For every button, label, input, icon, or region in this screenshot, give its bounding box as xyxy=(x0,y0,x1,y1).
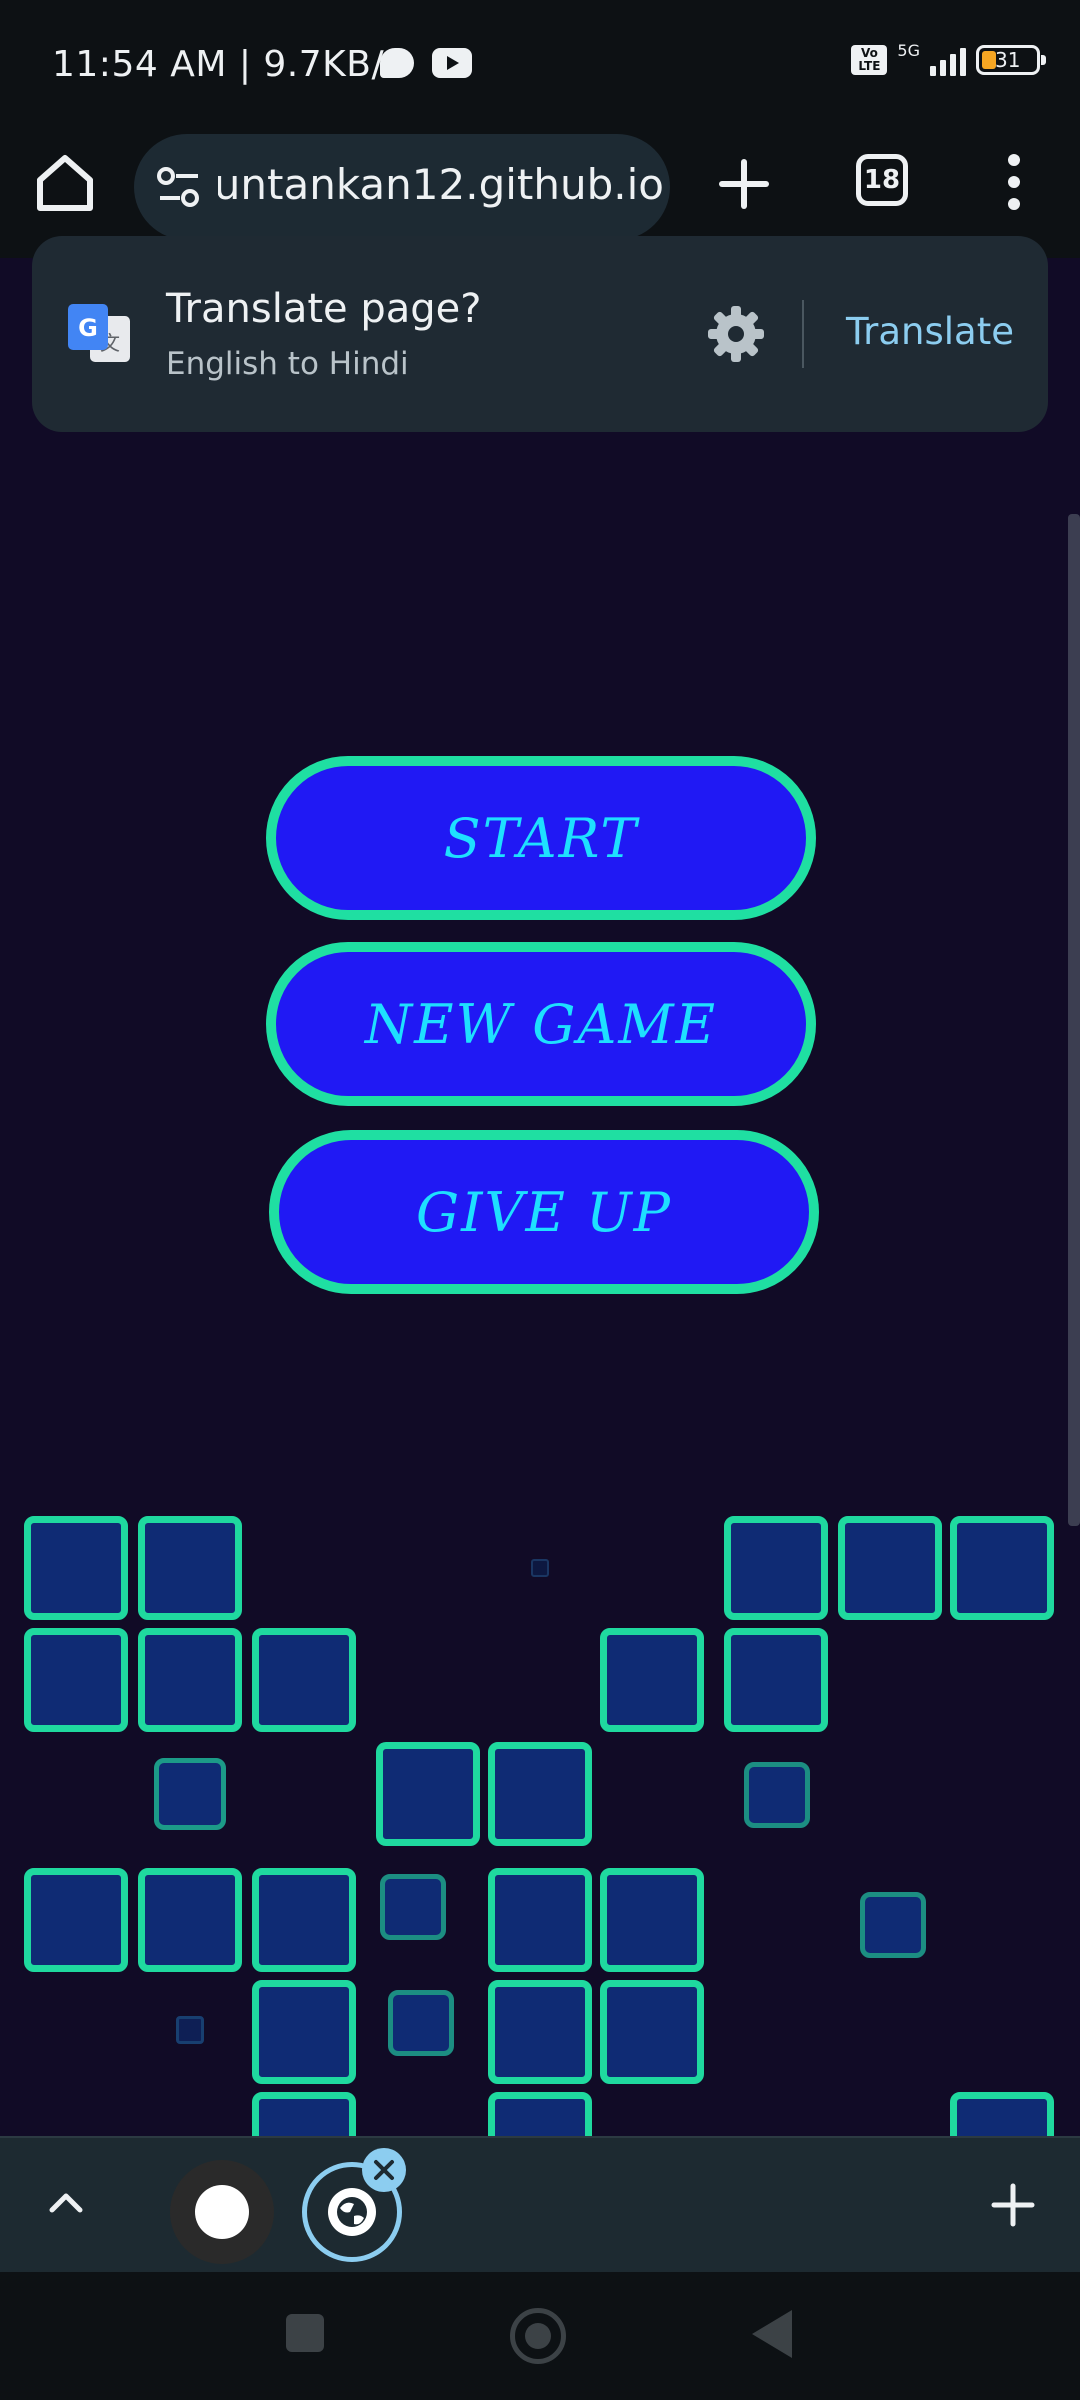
status-bar: 11:54 AM | 9.7KB/s Vo LTE 5G 31 xyxy=(0,0,1080,130)
tile xyxy=(724,1516,828,1620)
recents-button[interactable] xyxy=(286,2314,324,2352)
home-button[interactable] xyxy=(510,2308,566,2364)
page-scrollbar[interactable] xyxy=(1068,514,1080,1526)
tab-strip xyxy=(0,2136,1080,2272)
tile xyxy=(488,1980,592,2084)
close-tab-button[interactable] xyxy=(362,2148,406,2192)
tile xyxy=(600,1628,704,1732)
tile xyxy=(860,1892,926,1958)
tile xyxy=(600,1868,704,1972)
more-vert-icon[interactable] xyxy=(996,150,1032,214)
back-button[interactable] xyxy=(752,2310,792,2358)
url-text[interactable]: arjuntankan12.github.io xyxy=(218,160,664,209)
google-translate-icon: 文 G xyxy=(68,304,130,362)
screen: 11:54 AM | 9.7KB/s Vo LTE 5G 31 untankan… xyxy=(0,0,1080,2400)
tile xyxy=(154,1758,226,1830)
tile xyxy=(950,1516,1054,1620)
tile xyxy=(138,1628,242,1732)
gear-icon[interactable] xyxy=(704,302,768,366)
tile xyxy=(176,2016,204,2044)
tile xyxy=(252,1980,356,2084)
give-up-button[interactable]: GIVE UP xyxy=(269,1130,819,1294)
tile xyxy=(252,1628,356,1732)
network-type: 5G xyxy=(897,40,920,60)
system-icons: Vo LTE 5G 31 xyxy=(851,40,1046,76)
tile xyxy=(376,1742,480,1846)
battery-icon: 31 xyxy=(976,45,1046,75)
tile xyxy=(24,1628,128,1732)
tile xyxy=(24,1516,128,1620)
divider xyxy=(802,300,804,368)
tile xyxy=(724,1628,828,1732)
tile xyxy=(138,1868,242,1972)
tile xyxy=(600,1980,704,2084)
tile xyxy=(24,1868,128,1972)
chevron-up-icon[interactable] xyxy=(44,2180,88,2224)
new-tab-button[interactable] xyxy=(714,154,774,214)
tab-thumbnail[interactable] xyxy=(170,2160,274,2264)
globe-icon xyxy=(328,2188,376,2236)
tile xyxy=(380,1874,446,1940)
chat-bubble-icon xyxy=(380,48,414,78)
new-tab-plus-icon[interactable] xyxy=(990,2182,1036,2228)
tile xyxy=(744,1762,810,1828)
translate-bar: 文 G Translate page? English to Hindi Tra… xyxy=(32,236,1048,432)
tune-icon[interactable] xyxy=(156,166,202,210)
start-button[interactable]: START xyxy=(266,756,816,920)
tile xyxy=(388,1990,454,2056)
address-bar[interactable]: arjuntankan12.github.io xyxy=(134,134,670,240)
volte-icon: Vo LTE xyxy=(851,45,888,75)
svg-text:G: G xyxy=(78,314,98,342)
status-time: 11:54 AM | 9.7KB/s xyxy=(52,44,404,85)
home-icon[interactable] xyxy=(32,150,98,216)
translate-title: Translate page? xyxy=(166,286,482,332)
close-icon xyxy=(374,2160,394,2180)
new-game-button[interactable]: NEW GAME xyxy=(266,942,816,1106)
tab-favicon xyxy=(195,2185,249,2239)
tile xyxy=(838,1516,942,1620)
tile xyxy=(531,1559,549,1577)
system-nav-bar xyxy=(0,2272,1080,2400)
tile xyxy=(488,1868,592,1972)
youtube-icon xyxy=(432,48,472,78)
translate-button[interactable]: Translate xyxy=(846,310,1014,353)
translate-subtitle: English to Hindi xyxy=(166,346,409,382)
signal-icon xyxy=(930,44,966,76)
battery-level: 31 xyxy=(995,48,1021,72)
tile xyxy=(138,1516,242,1620)
notification-icons xyxy=(380,48,472,78)
tab-switcher-button[interactable]: 18 xyxy=(856,154,908,206)
tile xyxy=(488,1742,592,1846)
tile xyxy=(252,1868,356,1972)
